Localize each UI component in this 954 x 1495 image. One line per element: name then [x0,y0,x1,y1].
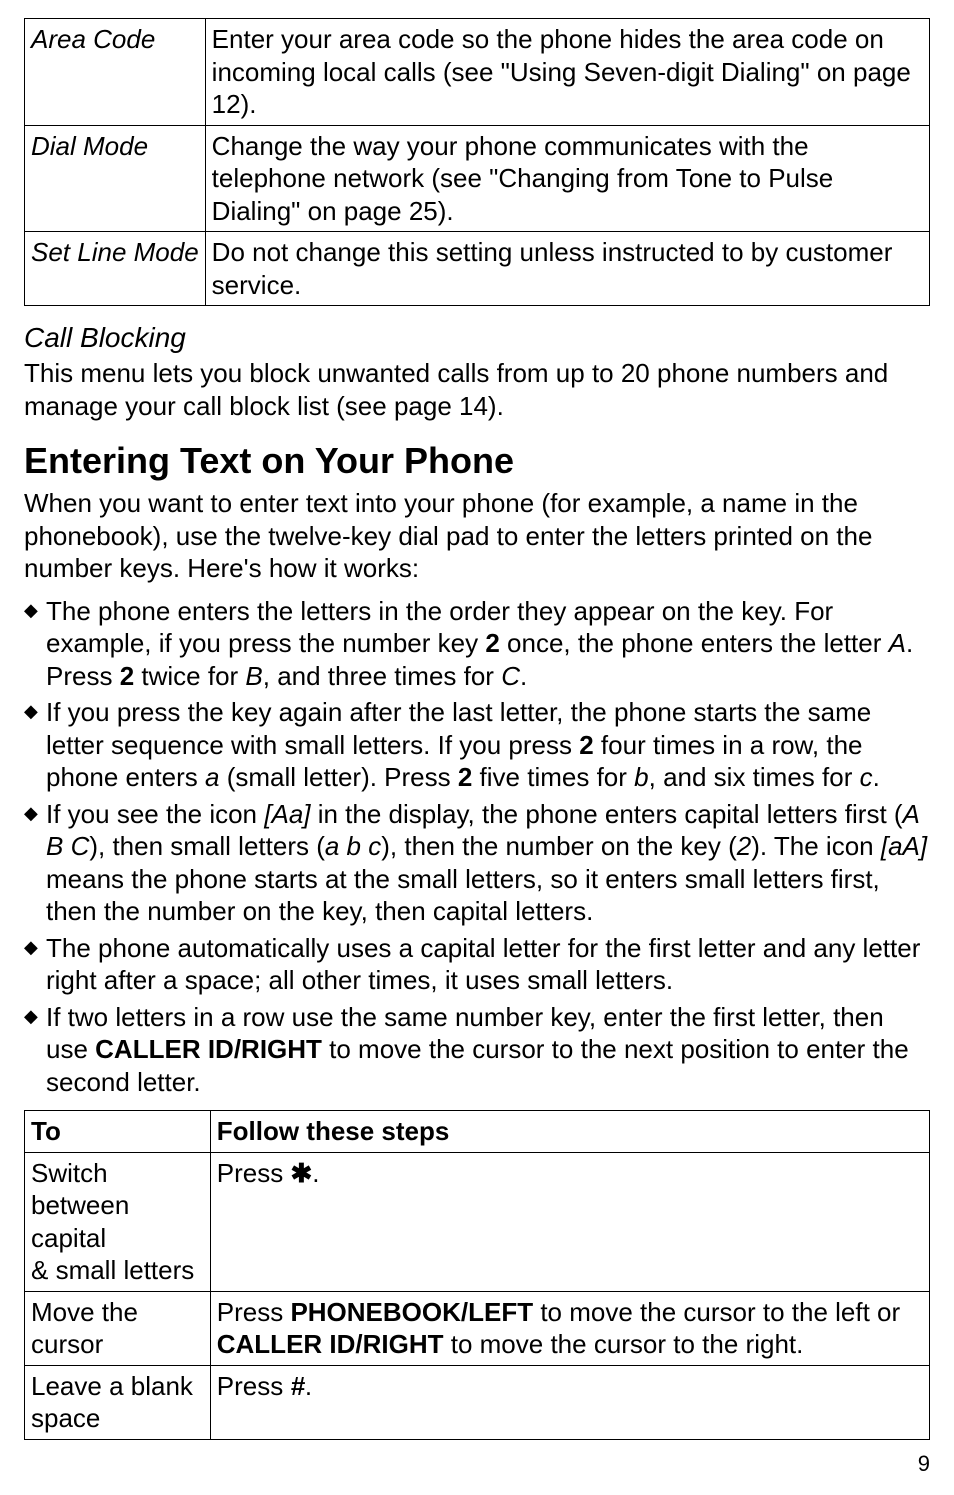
text: means the phone starts at the small lett… [46,864,880,927]
text: Switch between capital [31,1158,129,1253]
text: once, the phone enters the letter [500,628,889,658]
call-blocking-body: This menu lets you block unwanted calls … [24,357,930,422]
letter: A [889,628,906,658]
table-row: Leave a blank space Press #. [25,1365,930,1439]
key-label: 2 [458,762,472,792]
text: Press [217,1371,291,1401]
text: . [873,762,880,792]
letter: b [634,762,648,792]
key-label: CALLER ID/RIGHT [217,1329,444,1359]
star-icon: ✱ [290,1158,312,1188]
text: ), then the number on the key ( [381,831,737,861]
hash-key: # [290,1371,304,1401]
text: , and three times for [263,661,501,691]
text: to move the cursor to the right. [444,1329,804,1359]
row-label: Dial Mode [25,125,206,232]
list-item: If you press the key again after the las… [46,696,930,794]
cell-steps: Press #. [210,1365,929,1439]
icon-label: [Aa] [264,799,310,829]
call-blocking-heading: Call Blocking [24,320,930,355]
key-label: 2 [120,661,134,691]
text: . [312,1158,319,1188]
key-label: 2 [579,730,593,760]
col-to: To [25,1111,211,1153]
list-item: If you see the icon [Aa] in the display,… [46,798,930,928]
text: . [305,1371,312,1401]
list-item: The phone automatically uses a capital l… [46,932,930,997]
text: , and six times for [649,762,860,792]
cell-steps: Press PHONEBOOK/LEFT to move the cursor … [210,1291,929,1365]
entering-text-intro: When you want to enter text into your ph… [24,487,930,585]
settings-table: Area Code Enter your area code so the ph… [24,18,930,306]
page-number: 9 [24,1450,930,1478]
list-item: If two letters in a row use the same num… [46,1001,930,1099]
row-label: Set Line Mode [25,232,206,306]
table-row: Set Line Mode Do not change this setting… [25,232,930,306]
table-header-row: To Follow these steps [25,1111,930,1153]
text: to move the cursor to the left or [533,1297,900,1327]
text: Press [217,1158,291,1188]
text: . [520,661,527,691]
number: 2 [737,831,751,861]
letter: C [501,661,520,691]
row-desc: Do not change this setting unless instru… [205,232,929,306]
text: twice for [134,661,245,691]
text: ). The icon [751,831,881,861]
table-row: Move the cursor Press PHONEBOOK/LEFT to … [25,1291,930,1365]
letter: c [860,762,873,792]
text: five times for [472,762,634,792]
text: in the display, the phone enters capital… [311,799,903,829]
text: If you see the icon [46,799,264,829]
entering-text-heading: Entering Text on Your Phone [24,438,930,483]
text: The phone automatically uses a capital l… [46,933,920,996]
letter: a [205,762,219,792]
text: ), then small letters ( [89,831,325,861]
cell-to: Move the cursor [25,1291,211,1365]
key-label: 2 [485,628,499,658]
letters: a b c [325,831,381,861]
letter: B [245,661,262,691]
table-row: Dial Mode Change the way your phone comm… [25,125,930,232]
cell-to: Switch between capital & small letters [25,1152,211,1291]
icon-label: [aA] [881,831,927,861]
text: Press [217,1297,291,1327]
key-label: CALLER ID/RIGHT [95,1034,322,1064]
table-row: Area Code Enter your area code so the ph… [25,19,930,126]
cell-steps: Press ✱. [210,1152,929,1291]
row-label: Area Code [25,19,206,126]
col-steps: Follow these steps [210,1111,929,1153]
row-desc: Enter your area code so the phone hides … [205,19,929,126]
bullet-list: The phone enters the letters in the orde… [24,595,930,1099]
text: & small letters [31,1255,194,1285]
key-label: PHONEBOOK/LEFT [290,1297,533,1327]
list-item: The phone enters the letters in the orde… [46,595,930,693]
text: (small letter). Press [219,762,457,792]
table-row: Switch between capital & small letters P… [25,1152,930,1291]
row-desc: Change the way your phone communicates w… [205,125,929,232]
cell-to: Leave a blank space [25,1365,211,1439]
steps-table: To Follow these steps Switch between cap… [24,1110,930,1440]
